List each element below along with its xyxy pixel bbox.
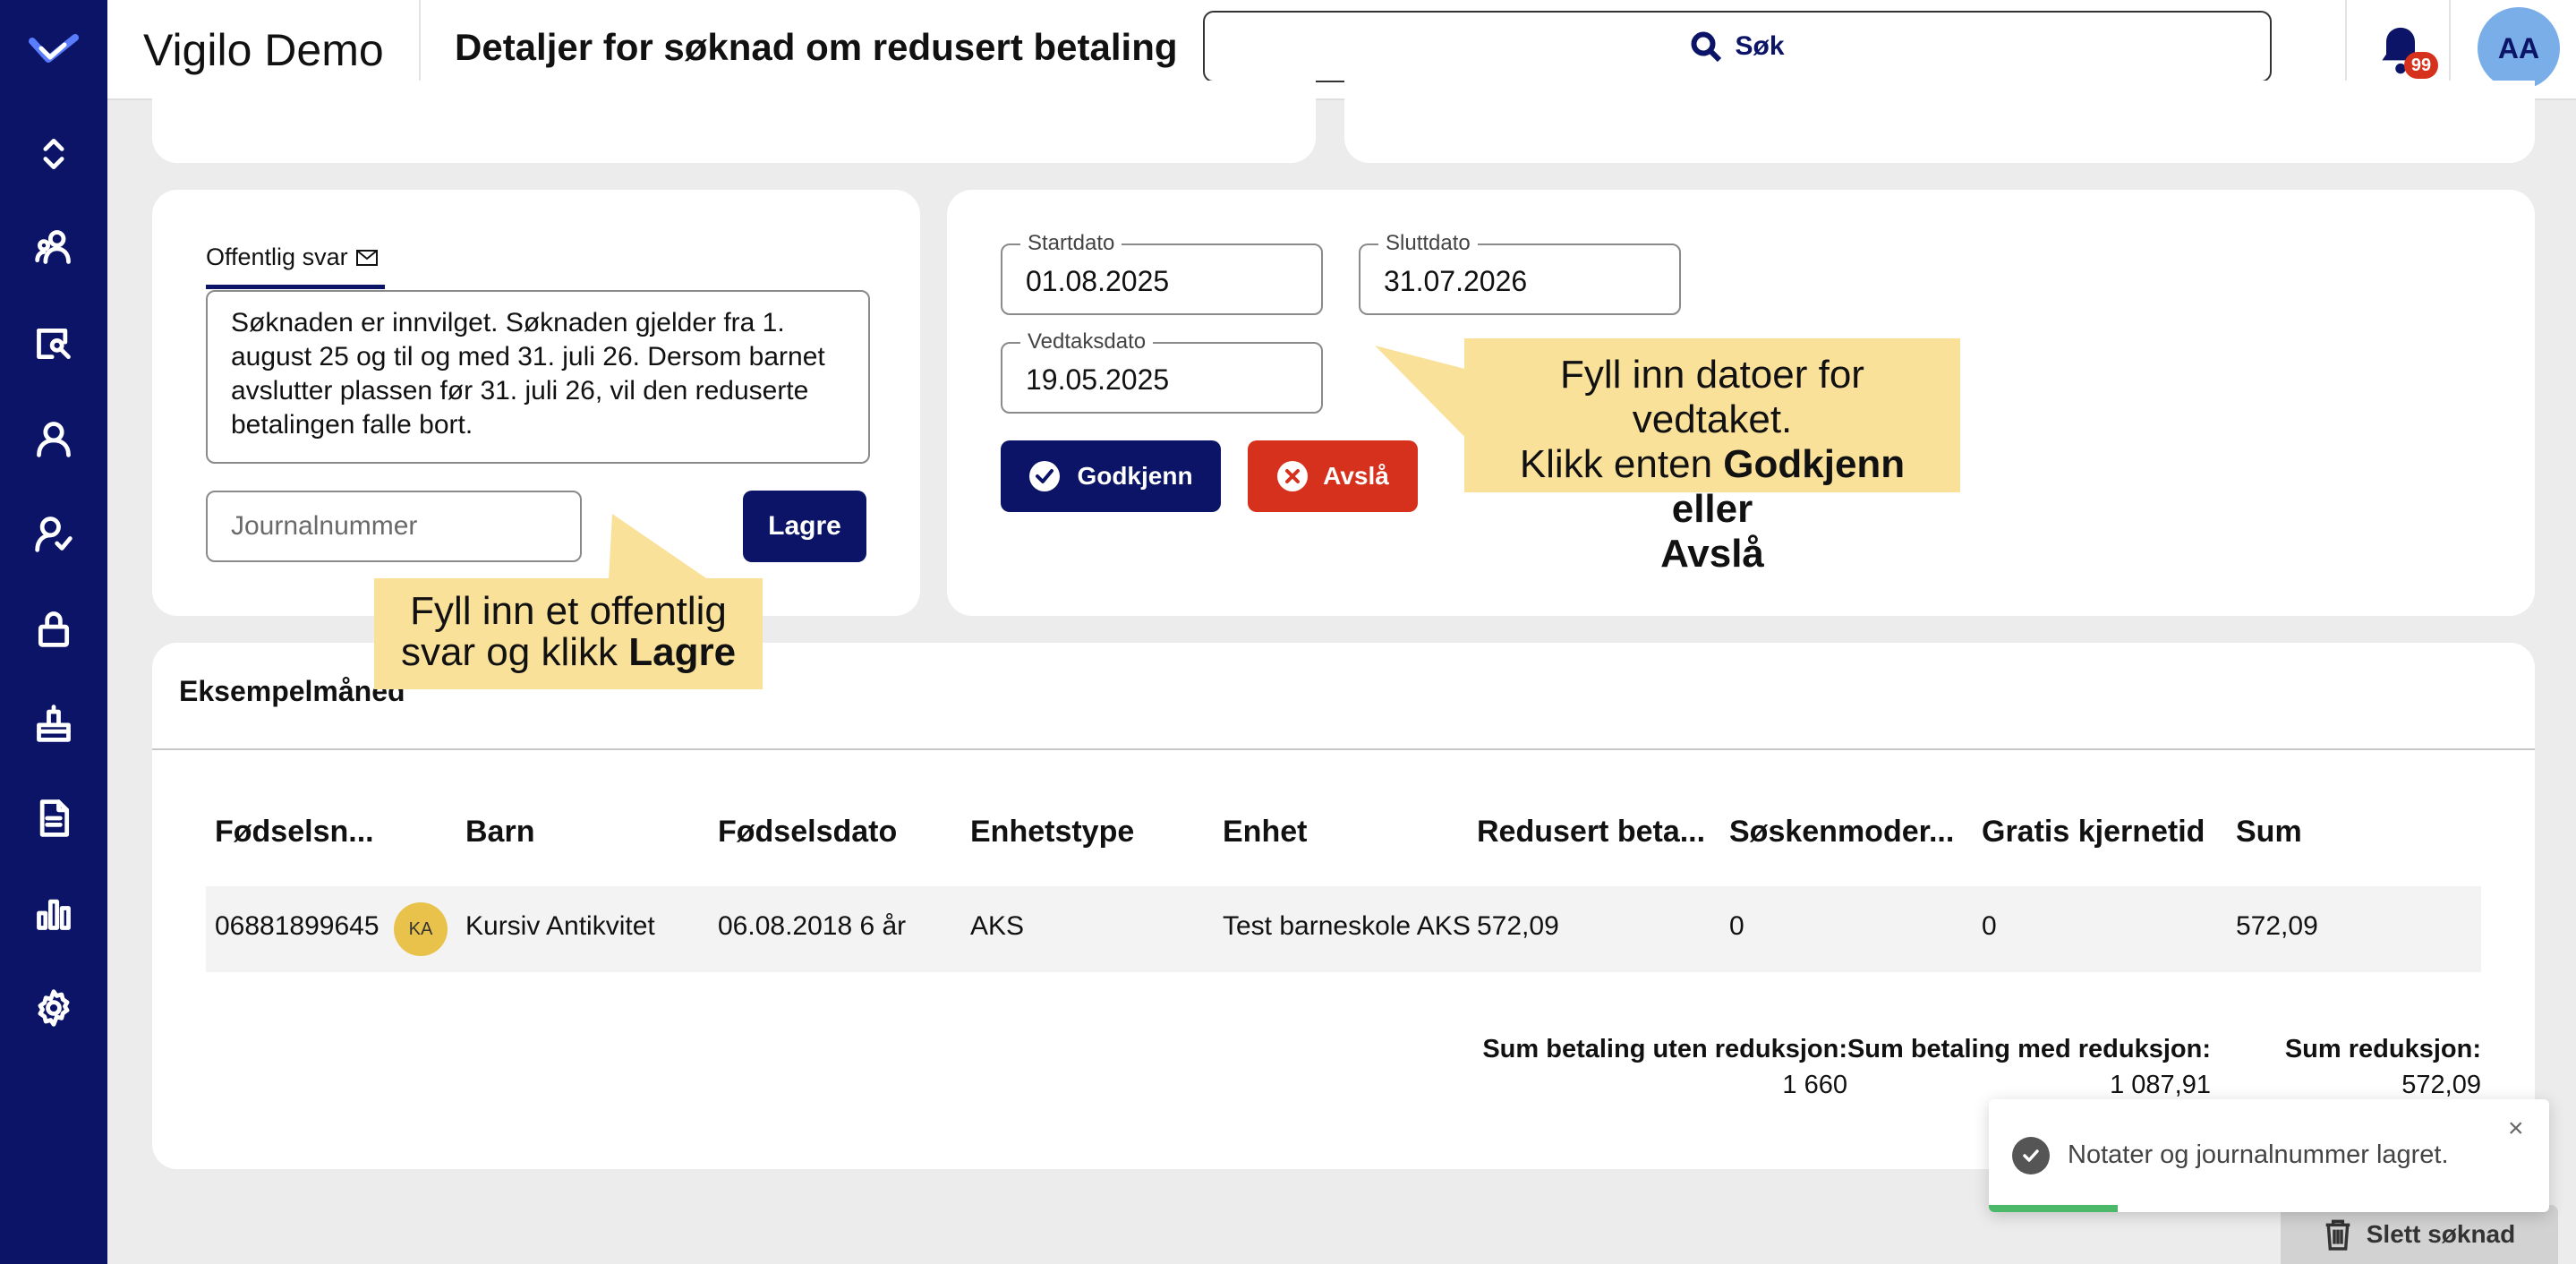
approve-label: Godkjenn: [1077, 462, 1193, 490]
delete-application-label: Slett søknad: [2366, 1220, 2516, 1248]
public-reply-card: Offentlig svar Søknaden er innvilget. Sø…: [152, 190, 920, 616]
example-month-title: Eksempelmåned: [179, 675, 405, 707]
people-icon[interactable]: [32, 226, 75, 269]
tooltip-reply-line2-bold: Lagre: [628, 630, 737, 674]
delete-application-button[interactable]: Slett søknad: [2281, 1205, 2558, 1264]
tooltip-dates: Fyll inn datoer for vedtaket. Klikk ente…: [1464, 338, 1960, 576]
document-icon[interactable]: [32, 797, 75, 840]
cell-sibling: 0: [1729, 911, 1744, 941]
sum-reduction-value: 572,09: [2401, 1071, 2481, 1099]
user-avatar[interactable]: AA: [2478, 7, 2560, 90]
col-header-birth-number[interactable]: Fødselsn...: [215, 815, 374, 850]
bar-chart-icon[interactable]: [32, 892, 75, 935]
cell-birth-date: 06.08.2018 6 år: [718, 911, 907, 941]
person-check-icon[interactable]: [32, 512, 75, 555]
tooltip-reply-line1: Fyll inn et offentlig: [410, 589, 727, 633]
tab-underline: [206, 285, 385, 289]
cell-birth-number: 06881899645: [215, 911, 380, 941]
notification-badge: 99: [2404, 52, 2438, 79]
sidebar: [0, 0, 107, 1264]
approve-button[interactable]: Godkjenn: [1001, 440, 1221, 512]
example-month-card: Eksempelmåned Fødselsn... Barn Fødselsda…: [152, 643, 2535, 1169]
envelope-icon: [355, 249, 378, 266]
collapse-icon[interactable]: [32, 132, 75, 175]
info-card-left: [152, 81, 1316, 163]
cell-free-core: 0: [1982, 911, 1997, 941]
start-date-value: 01.08.2025: [1026, 265, 1170, 297]
col-header-child[interactable]: Barn: [465, 815, 534, 850]
gear-icon[interactable]: [32, 986, 75, 1029]
cell-reduced: 572,09: [1477, 911, 1559, 941]
sum-without-label: Sum betaling uten reduksjon:: [1482, 1035, 1847, 1063]
success-toast: Notater og journalnummer lagret. ×: [1989, 1099, 2549, 1212]
check-circle-icon: [2012, 1137, 2050, 1174]
info-card-right: [1344, 81, 2535, 163]
close-icon[interactable]: ×: [2508, 1114, 2524, 1144]
sum-without-value: 1 660: [1782, 1071, 1847, 1099]
tooltip-dates-line3-bold: Avslå: [1660, 532, 1764, 576]
cell-unit-type: AKS: [970, 911, 1025, 941]
search-person-icon[interactable]: [32, 322, 75, 365]
search-button[interactable]: Søk: [1203, 11, 2272, 82]
sum-with-value: 1 087,91: [2110, 1071, 2211, 1099]
cell-child: Kursiv Antikvitet: [465, 911, 655, 941]
decision-date-field[interactable]: Vedtaksdato 19.05.2025: [1001, 329, 1323, 414]
tab-public-reply-label: Offentlig svar: [206, 243, 348, 270]
check-circle-icon: [1029, 461, 1061, 491]
inbox-icon[interactable]: [32, 702, 75, 745]
child-avatar: KA: [394, 902, 448, 956]
reject-label: Avslå: [1323, 462, 1389, 490]
x-circle-icon: [1277, 461, 1309, 491]
toast-message: Notater og journalnummer lagret.: [2068, 1140, 2449, 1169]
col-header-birth-date[interactable]: Fødselsdato: [718, 815, 897, 850]
person-icon[interactable]: [32, 417, 75, 460]
col-header-sum[interactable]: Sum: [2236, 815, 2302, 850]
col-header-free-core[interactable]: Gratis kjernetid: [1982, 815, 2205, 850]
tooltip-reply-arrow: [609, 514, 709, 580]
vigilo-logo-icon[interactable]: [29, 32, 79, 68]
save-button[interactable]: Lagre: [743, 491, 866, 562]
journal-number-input[interactable]: [206, 491, 582, 562]
col-header-reduced[interactable]: Redusert beta...: [1477, 815, 1705, 850]
tooltip-dates-arrow: [1375, 346, 1479, 451]
toast-progress-bar: [1989, 1205, 2118, 1212]
end-date-field[interactable]: Sluttdato 31.07.2026: [1359, 231, 1681, 315]
tooltip-reply-line2: svar og klikk: [400, 630, 629, 674]
cell-sum: 572,09: [2236, 911, 2318, 941]
tab-public-reply[interactable]: Offentlig svar: [206, 243, 379, 271]
tooltip-dates-line2: Klikk enten: [1519, 442, 1724, 486]
sum-reduction-label: Sum reduksjon:: [2284, 1035, 2481, 1063]
col-header-unit[interactable]: Enhet: [1223, 815, 1307, 850]
public-reply-textarea[interactable]: Søknaden er innvilget. Søknaden gjelder …: [206, 290, 870, 464]
start-date-field[interactable]: Startdato 01.08.2025: [1001, 231, 1323, 315]
trash-icon: [2325, 1219, 2350, 1251]
section-divider: [152, 748, 2535, 750]
lock-icon[interactable]: [32, 607, 75, 650]
search-label: Søk: [1735, 31, 1785, 61]
col-header-unit-type[interactable]: Enhetstype: [970, 815, 1134, 850]
end-date-value: 31.07.2026: [1384, 265, 1528, 297]
sum-with-label: Sum betaling med reduksjon:: [1847, 1035, 2211, 1063]
search-icon: [1691, 31, 1722, 63]
col-header-sibling[interactable]: Søskenmoder...: [1729, 815, 1954, 850]
decision-date-value: 19.05.2025: [1026, 363, 1170, 396]
cell-unit: Test barneskole AKS: [1223, 911, 1471, 941]
reject-button[interactable]: Avslå: [1248, 440, 1418, 512]
tooltip-dates-line1: Fyll inn datoer for vedtaket.: [1560, 353, 1864, 441]
tooltip-reply: Fyll inn et offentlig svar og klikk Lagr…: [374, 578, 763, 689]
